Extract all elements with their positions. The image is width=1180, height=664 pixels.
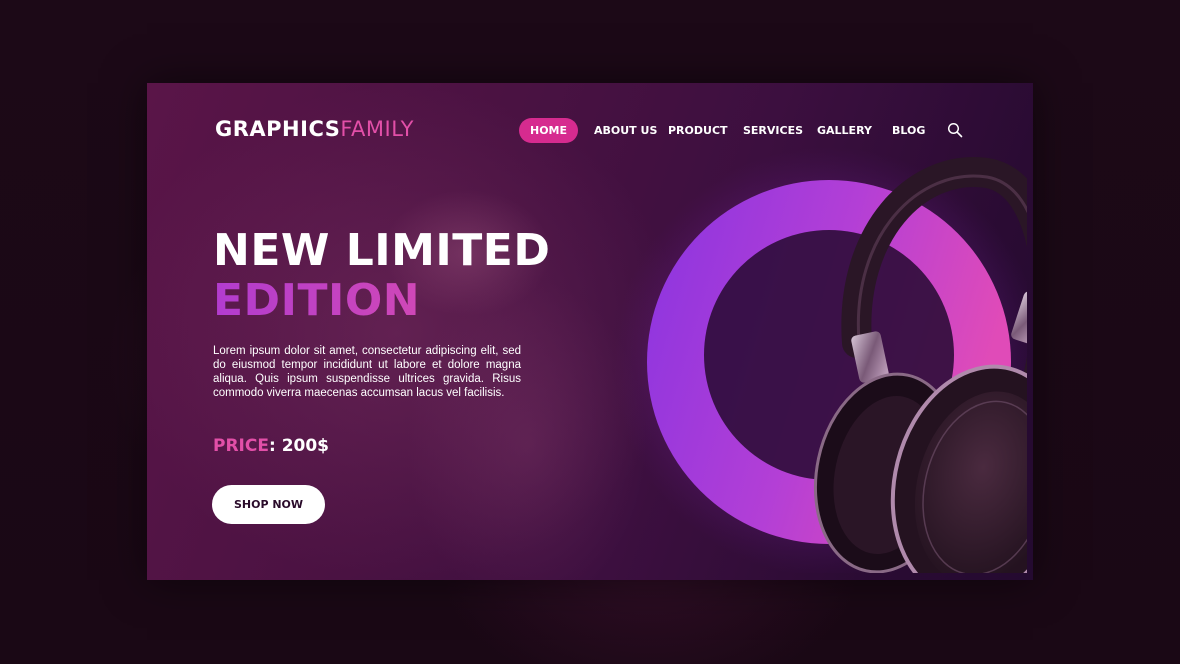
- nav-item-product[interactable]: PRODUCT: [668, 118, 728, 143]
- nav-item-gallery[interactable]: GALLERY: [817, 118, 872, 143]
- hero-headline: NEW LIMITED EDITION: [213, 226, 550, 326]
- logo[interactable]: GRAPHICSFAMILY: [215, 117, 414, 141]
- hero-description: Lorem ipsum dolor sit amet, consectetur …: [213, 345, 521, 399]
- nav-item-home[interactable]: HOME: [519, 118, 579, 143]
- price: PRICE: 200$: [213, 436, 329, 456]
- price-label: PRICE: [213, 436, 269, 456]
- landing-card: GRAPHICSFAMILY HOME ABOUT US PRODUCT SER…: [147, 83, 1033, 580]
- headline-line-2: EDITION: [213, 276, 550, 326]
- logo-text-primary: GRAPHICS: [215, 117, 341, 141]
- logo-text-accent: FAMILY: [340, 117, 414, 141]
- search-icon[interactable]: [947, 122, 963, 138]
- headphones-image: [614, 147, 1027, 573]
- shop-now-button[interactable]: SHOP NOW: [212, 485, 325, 524]
- price-value: 200$: [281, 436, 330, 456]
- headline-line-1: NEW LIMITED: [213, 225, 551, 276]
- price-separator: :: [268, 436, 282, 456]
- nav-item-blog[interactable]: BLOG: [892, 118, 925, 143]
- nav-item-services[interactable]: SERVICES: [743, 118, 803, 143]
- nav-item-about-us[interactable]: ABOUT US: [594, 118, 657, 143]
